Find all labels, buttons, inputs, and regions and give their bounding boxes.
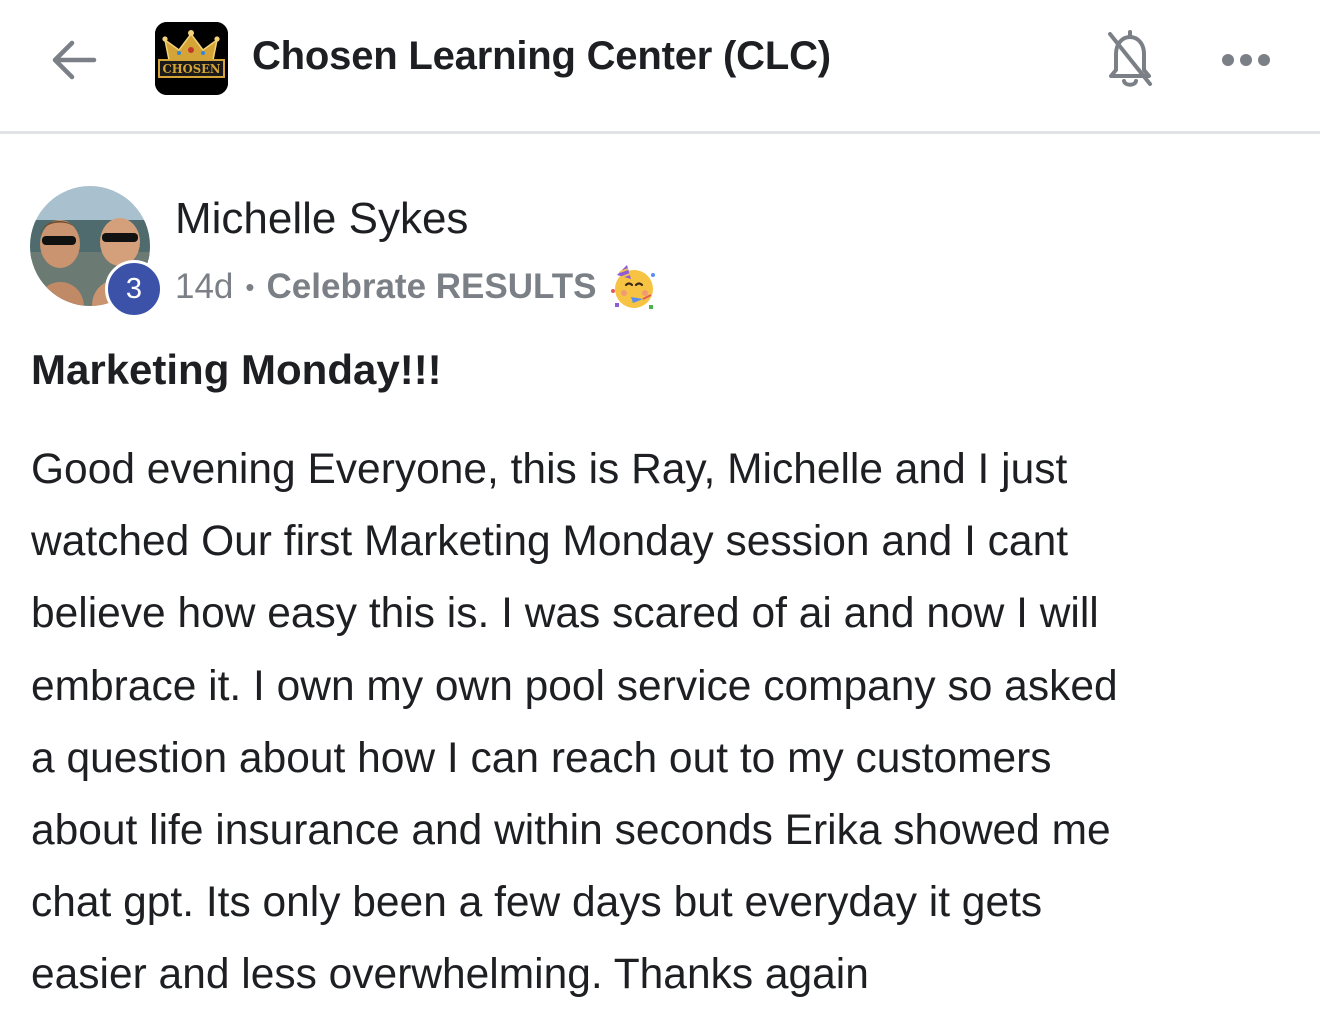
body-line: a question about how I can reach out to …	[31, 734, 1052, 782]
crown-logo-icon: CHOSEN	[155, 22, 228, 95]
body-line: embrace it. I own my own pool service co…	[31, 662, 1118, 710]
author-avatar-container[interactable]: 3	[30, 186, 164, 320]
post-title: Marketing Monday!!!	[31, 346, 442, 393]
more-horizontal-icon	[1222, 54, 1270, 66]
post-category[interactable]: Celebrate RESULTS	[267, 267, 597, 307]
partying-face-icon	[610, 265, 655, 309]
meta-separator: •	[245, 271, 255, 302]
bell-off-icon	[1108, 30, 1152, 87]
body-line: watched Our first Marketing Monday sessi…	[31, 518, 1069, 566]
body-line: easier and less overwhelming. Thanks aga…	[31, 951, 869, 999]
body-line: believe how easy this is. I was scared o…	[31, 590, 1099, 638]
more-options-button[interactable]	[1218, 40, 1278, 80]
notifications-button[interactable]	[1100, 26, 1160, 90]
arrow-left-icon	[52, 40, 97, 80]
body-line: chat gpt. Its only been a few days but e…	[31, 879, 1043, 927]
logo-text: CHOSEN	[163, 62, 221, 76]
body-line: about life insurance and within seconds …	[31, 807, 1111, 855]
level-badge: 3	[105, 260, 163, 318]
group-title: Chosen Learning Center (CLC)	[252, 34, 831, 78]
back-button[interactable]	[44, 30, 104, 90]
post-meta: 14d • Celebrate RESULTS	[175, 262, 659, 312]
post-time: 14d	[175, 267, 234, 306]
top-bar: CHOSEN Chosen Learning Center (CLC)	[0, 0, 1320, 134]
post-body: Good evening Everyone, this is Ray, Mich…	[31, 434, 1296, 1012]
author-name[interactable]: Michelle Sykes	[175, 194, 468, 244]
group-logo[interactable]: CHOSEN	[155, 22, 228, 95]
body-line: Good evening Everyone, this is Ray, Mich…	[31, 446, 1068, 493]
